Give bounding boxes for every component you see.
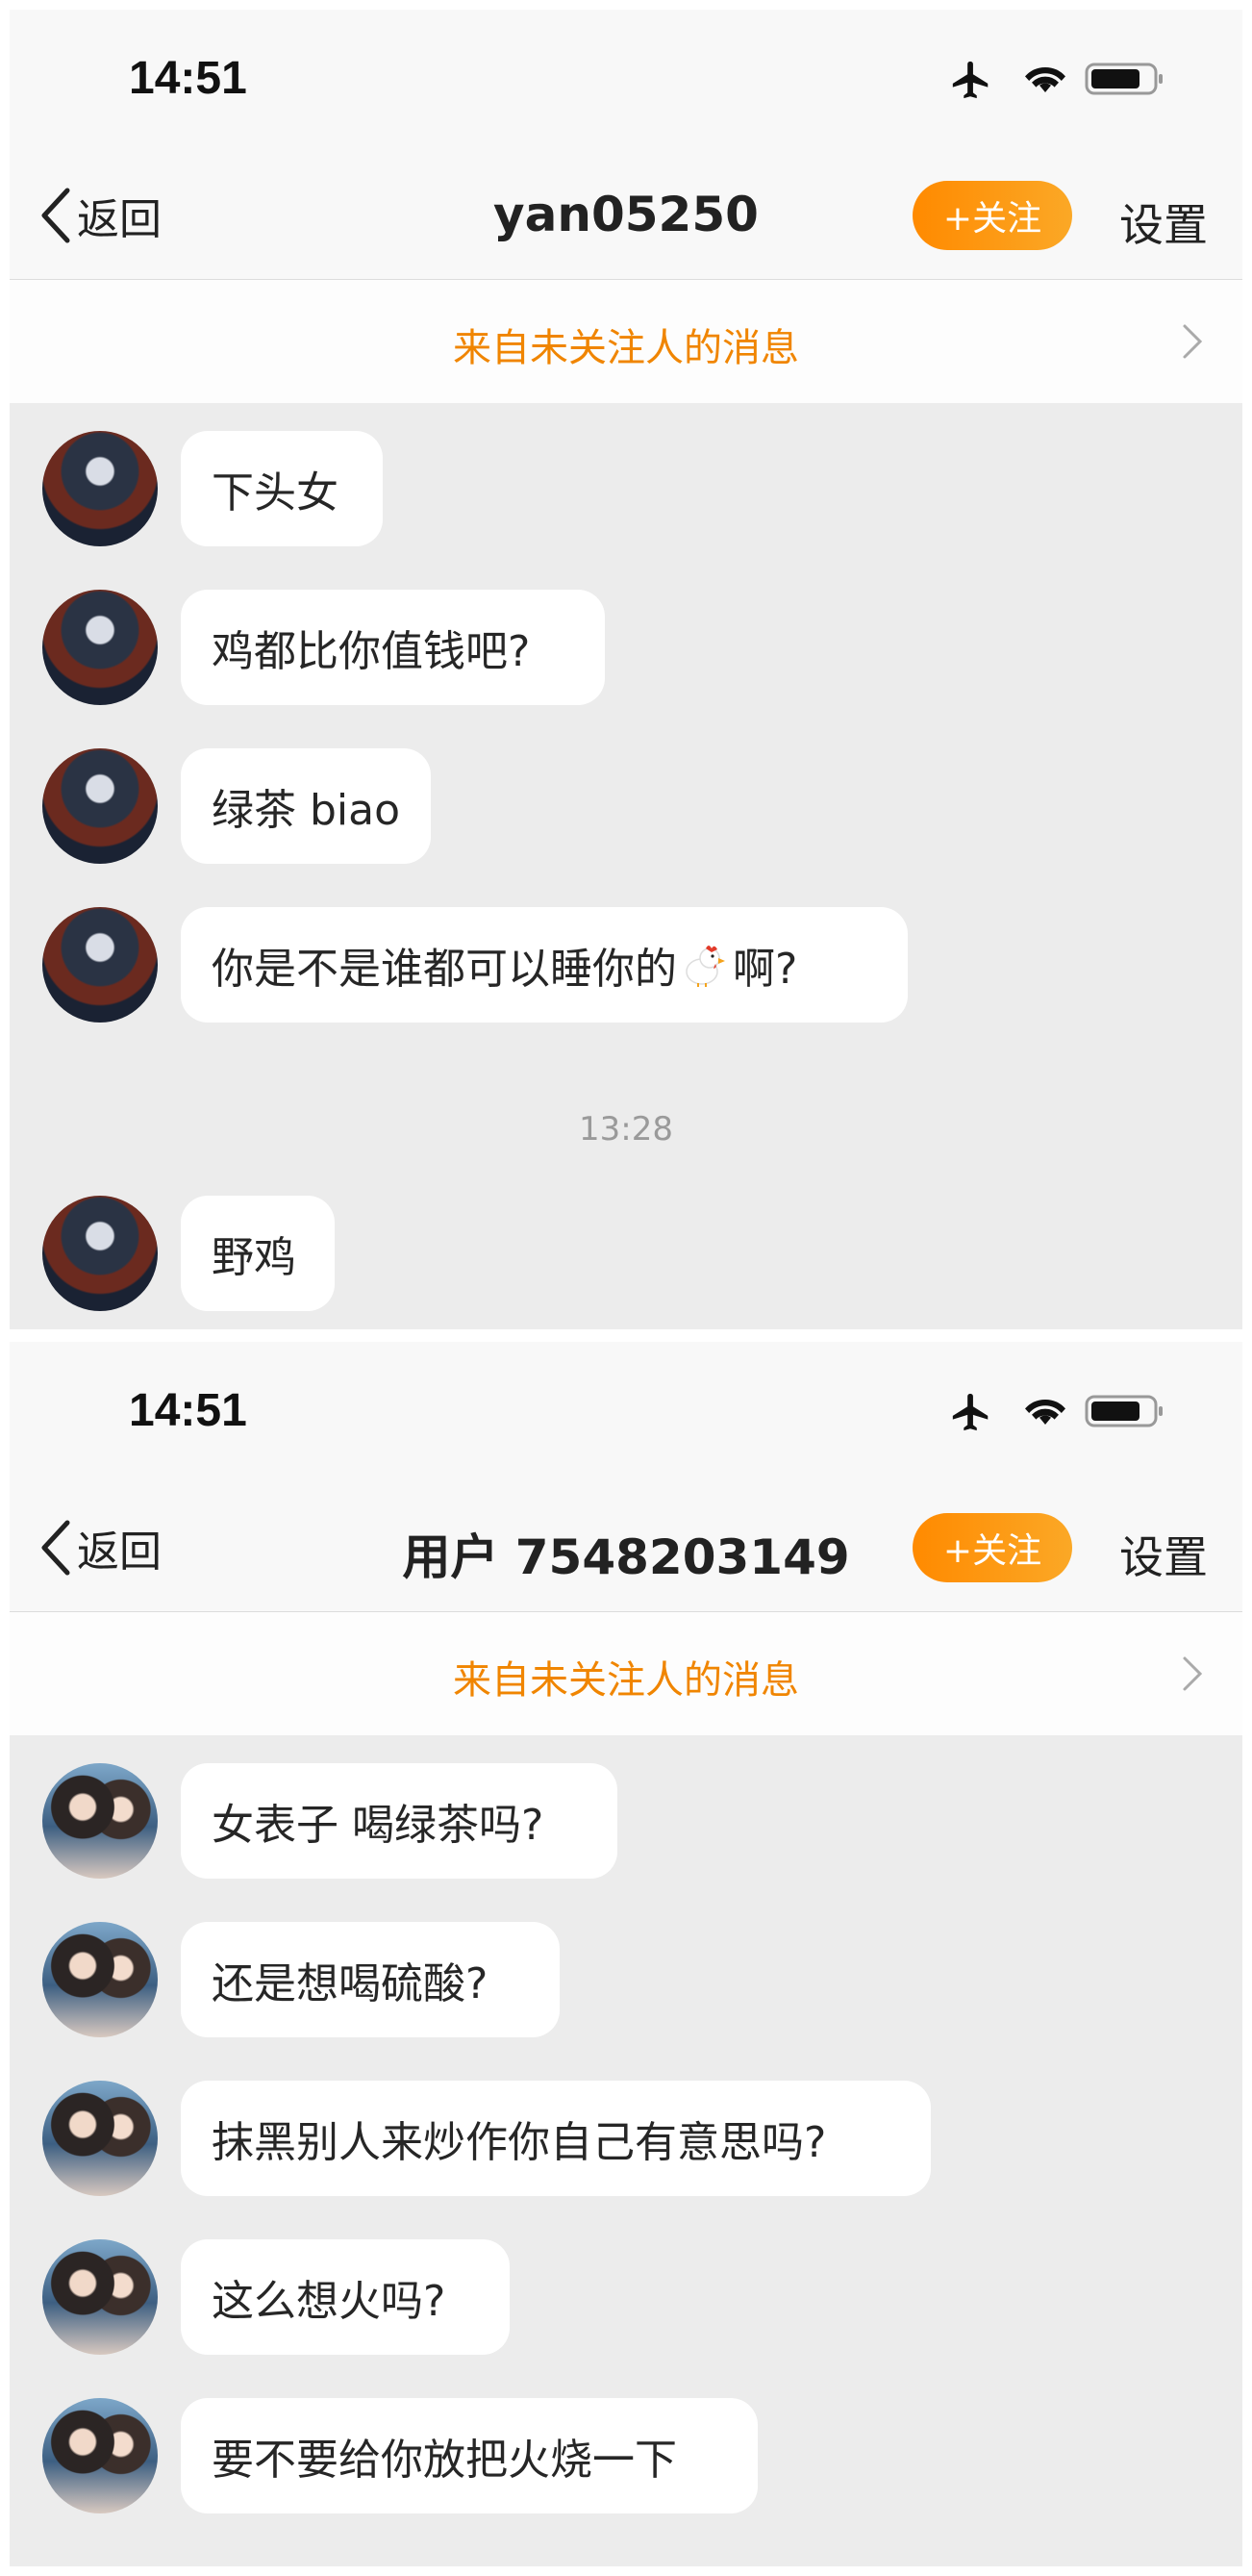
avatar[interactable] — [42, 1196, 158, 1311]
message-bubble[interactable]: 要不要给你放把火烧一下 — [181, 2398, 758, 2513]
message-bubble[interactable]: 绿茶 biao — [181, 748, 431, 864]
airplane-icon — [952, 1393, 989, 1431]
message-bubble[interactable]: 下头女 — [181, 431, 383, 546]
settings-button[interactable]: 设置 — [1119, 190, 1208, 254]
message-text: 女表子 喝绿茶吗? — [212, 1801, 544, 1850]
avatar[interactable] — [42, 2081, 158, 2196]
chevron-right-icon — [1183, 324, 1203, 359]
chat-screen-1: 14:51 返回 yan05250 +关注 设置 来自未关注人的消息 下头女 鸡… — [10, 10, 1242, 1329]
avatar[interactable] — [42, 1763, 158, 1879]
chicken-emoji-icon — [686, 946, 725, 987]
message-text: 抹黑别人来炒作你自己有意思吗? — [212, 2118, 827, 2167]
avatar[interactable] — [42, 2398, 158, 2513]
avatar[interactable] — [42, 1922, 158, 2037]
message-text: 野鸡 — [212, 1233, 296, 1282]
status-time: 14:51 — [129, 53, 247, 104]
avatar[interactable] — [42, 907, 158, 1023]
chat-screen-2: 14:51 返回 用户 7548203149 +关注 设置 来自未关注人的消息 … — [10, 1342, 1242, 2566]
message-text: 这么想火吗? — [212, 2277, 446, 2326]
message-text: 鸡都比你值钱吧? — [212, 627, 531, 676]
message-text: 下头女 — [212, 468, 338, 518]
settings-button[interactable]: 设置 — [1119, 1523, 1208, 1586]
message-bubble[interactable]: 你是不是谁都可以睡你的 啊? — [181, 907, 908, 1023]
status-time: 14:51 — [129, 1385, 247, 1436]
banner-text: 来自未关注人的消息 — [453, 1658, 799, 1703]
status-bar: 14:51 — [10, 10, 1242, 154]
message-text: 你是不是谁都可以睡你的 — [212, 945, 677, 994]
follow-button[interactable]: +关注 — [913, 181, 1072, 250]
message-bubble[interactable]: 野鸡 — [181, 1196, 335, 1311]
back-button[interactable]: 返回 — [38, 185, 162, 246]
avatar[interactable] — [42, 590, 158, 705]
chat-timestamp: 13:28 — [579, 1110, 673, 1149]
chevron-right-icon — [1183, 1656, 1203, 1691]
message-bubble[interactable]: 这么想火吗? — [181, 2239, 510, 2355]
avatar[interactable] — [42, 431, 158, 546]
nav-bar: 返回 yan05250 +关注 设置 — [10, 154, 1242, 280]
back-label: 返回 — [77, 195, 162, 244]
message-text: 还是想喝硫酸? — [212, 1959, 488, 2008]
nav-bar: 返回 用户 7548203149 +关注 设置 — [10, 1486, 1242, 1612]
message-text: 绿茶 biao — [212, 786, 401, 835]
wifi-icon — [1025, 66, 1065, 92]
battery-icon — [1085, 63, 1163, 95]
back-label: 返回 — [77, 1528, 162, 1577]
back-chevron-icon — [41, 188, 70, 243]
unfollowed-message-banner[interactable]: 来自未关注人的消息 — [10, 1612, 1242, 1735]
status-bar: 14:51 — [10, 1342, 1242, 1486]
back-chevron-icon — [41, 1520, 70, 1576]
message-bubble[interactable]: 还是想喝硫酸? — [181, 1922, 560, 2037]
back-button[interactable]: 返回 — [38, 1517, 162, 1578]
unfollowed-message-banner[interactable]: 来自未关注人的消息 — [10, 280, 1242, 403]
banner-text: 来自未关注人的消息 — [453, 326, 799, 370]
avatar[interactable] — [42, 748, 158, 864]
message-bubble[interactable]: 抹黑别人来炒作你自己有意思吗? — [181, 2081, 931, 2196]
message-text: 要不要给你放把火烧一下 — [212, 2436, 677, 2485]
message-bubble[interactable]: 鸡都比你值钱吧? — [181, 590, 605, 705]
wifi-icon — [1025, 1399, 1065, 1425]
avatar[interactable] — [42, 2239, 158, 2355]
message-bubble[interactable]: 女表子 喝绿茶吗? — [181, 1763, 617, 1879]
airplane-icon — [952, 61, 989, 99]
follow-button[interactable]: +关注 — [913, 1513, 1072, 1582]
battery-icon — [1085, 1395, 1163, 1427]
message-text: 啊? — [733, 945, 798, 994]
